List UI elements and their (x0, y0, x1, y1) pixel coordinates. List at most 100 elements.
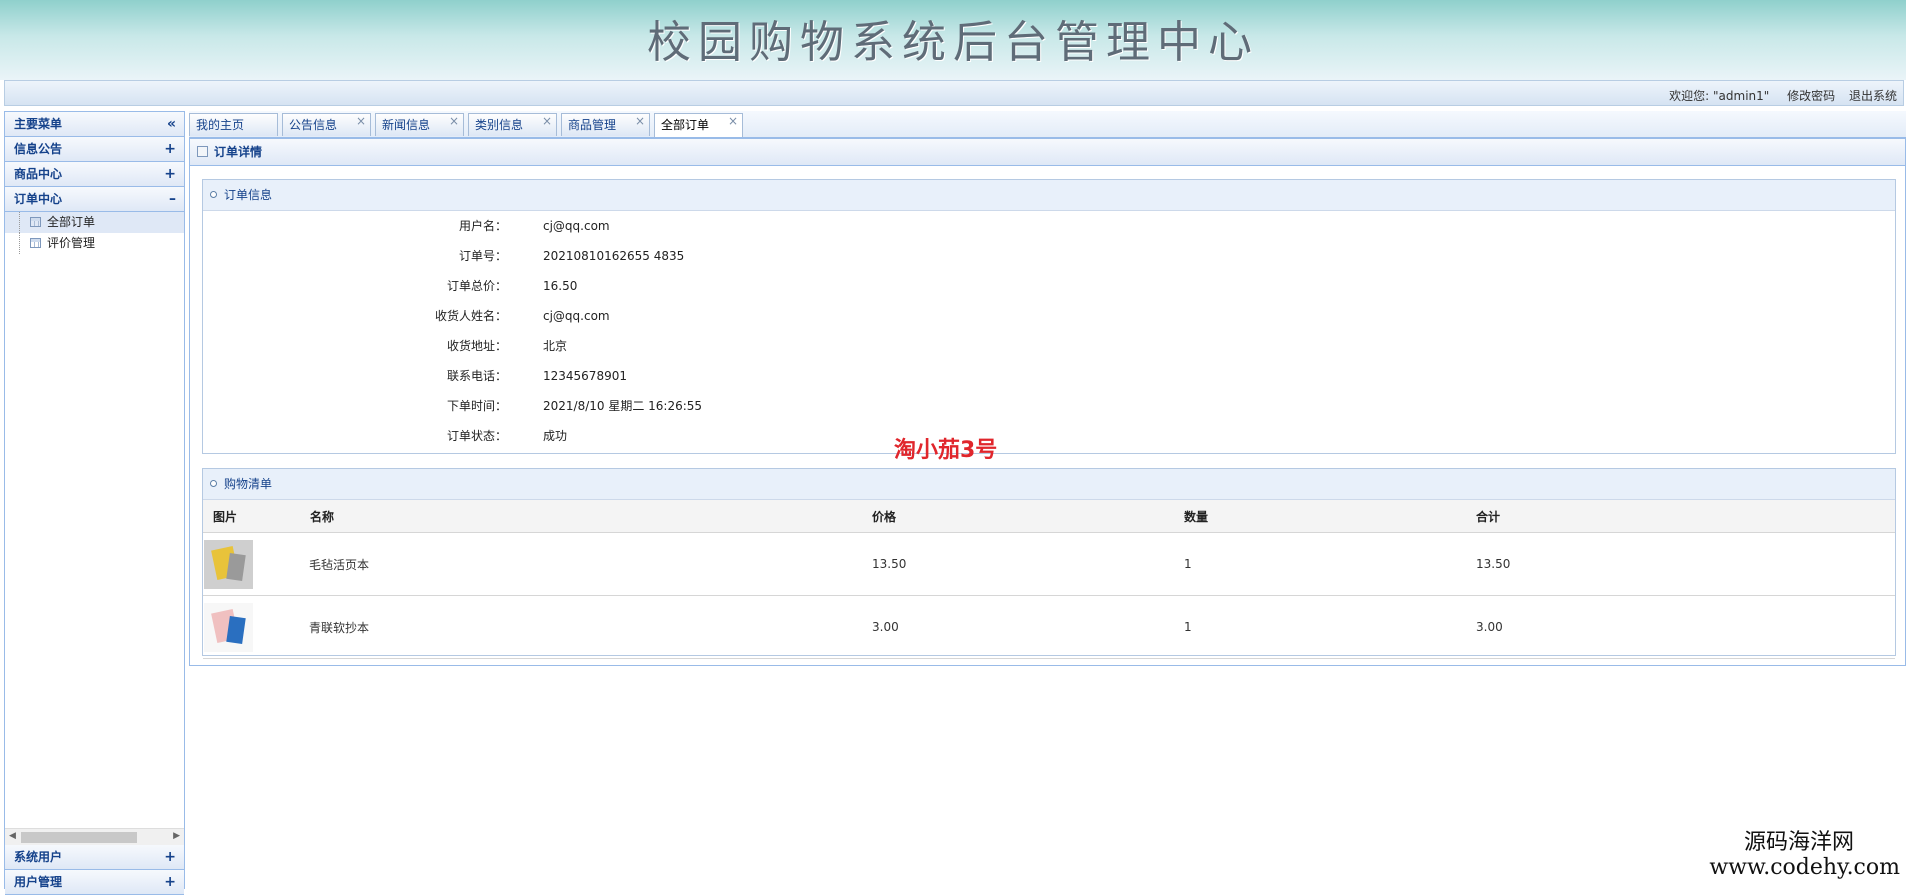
tab-bar: 我的主页 公告信息 × 新闻信息 × 类别信息 × 商品管理 × 全部订单 × (189, 111, 1906, 138)
sidebar: 主要菜单 « 信息公告 + 商品中心 + 订单中心 – 全部订单 评价管理 ◀ … (4, 111, 185, 895)
cart-table: 图片 名称 价格 数量 合计 毛毡活页本 13.50 1 13.50 青联软抄本 3.00… (203, 500, 1895, 659)
field-label: 订单号： (458, 249, 507, 263)
field-value: 北京 (543, 339, 568, 353)
app-title: 校园购物系统后台管理中心 (647, 17, 1259, 68)
column-header: 价格 (871, 500, 1183, 533)
scroll-left-arrow-icon[interactable]: ◀ (9, 831, 16, 841)
scroll-right-arrow-icon[interactable]: ▶ (173, 831, 180, 841)
section-title: 购物清单 (224, 477, 273, 491)
info-row: 订单号： 20210810162655 4835 (203, 241, 1895, 271)
close-icon[interactable]: × (449, 110, 459, 133)
sidebar-group-products[interactable]: 商品中心 + (5, 162, 184, 187)
sidebar-item-reviews[interactable]: 评价管理 (5, 233, 184, 254)
expand-icon[interactable]: + (164, 870, 176, 894)
app-header: 校园购物系统后台管理中心 (0, 0, 1906, 80)
column-header: 合计 (1475, 500, 1895, 533)
sidebar-group-notices[interactable]: 信息公告 + (5, 137, 184, 162)
product-price: 13.50 (871, 532, 1183, 596)
collapse-icon[interactable]: « (167, 112, 176, 136)
info-row: 收货人姓名： cj@qq.com (203, 301, 1895, 331)
info-row: 订单总价： 16.50 (203, 271, 1895, 301)
scrollbar-thumb[interactable] (21, 832, 137, 843)
sidebar-group-label: 订单中心 (14, 192, 63, 206)
section-title: 订单信息 (224, 188, 273, 202)
tab-notices[interactable]: 公告信息 × (282, 113, 371, 136)
table-row: 毛毡活页本 13.50 1 13.50 (203, 532, 1895, 596)
product-thumbnail (204, 539, 253, 589)
close-icon[interactable]: × (542, 110, 552, 133)
expand-icon[interactable]: + (164, 162, 176, 186)
brand-name: 源码海洋网 (1743, 830, 1854, 855)
field-label: 订单总价： (446, 279, 507, 293)
section-header: 购物清单 (203, 469, 1895, 500)
expand-icon[interactable]: + (164, 137, 176, 161)
sidebar-item-label: 全部订单 (47, 215, 96, 229)
order-detail-panel: 订单详情 订单信息 用户名： cj@qq.com 订单号： 2021081016265… (189, 138, 1906, 666)
close-icon[interactable]: × (728, 110, 738, 133)
column-header: 数量 (1183, 500, 1475, 533)
sidebar-item-label: 评价管理 (47, 236, 96, 250)
info-row: 下单时间： 2021/8/10 星期二 16:26:55 (203, 391, 1895, 421)
field-label: 订单状态： (446, 429, 507, 443)
sidebar-group-label: 商品中心 (14, 167, 63, 181)
brand-url: www.codehy.com (1709, 855, 1900, 880)
field-value: 20210810162655 4835 (543, 249, 685, 263)
collapse-minus-icon[interactable]: – (169, 187, 176, 211)
tab-label: 公告信息 (289, 118, 338, 132)
change-password-link[interactable]: 修改密码 (1787, 89, 1835, 103)
field-value: 2021/8/10 星期二 16:26:55 (543, 399, 703, 413)
cart-section: 购物清单 图片 名称 价格 数量 合计 毛毡活页本 13.50 1 13.50 青联软抄… (202, 468, 1896, 659)
tab-products[interactable]: 商品管理 × (561, 113, 650, 136)
site-brand: 源码海洋网 www.codehy.com (1709, 830, 1900, 880)
sidebar-group-orders[interactable]: 订单中心 – (5, 187, 184, 212)
product-total: 3.00 (1475, 595, 1895, 659)
tab-categories[interactable]: 类别信息 × (468, 113, 557, 136)
close-icon[interactable]: × (356, 110, 366, 133)
column-header: 图片 (203, 500, 309, 533)
field-label: 收货人姓名： (434, 309, 507, 323)
product-total: 13.50 (1475, 532, 1895, 596)
tab-all-orders[interactable]: 全部订单 × (654, 113, 743, 137)
tab-label: 全部订单 (661, 118, 710, 132)
panel-title: 订单详情 (214, 145, 263, 159)
sidebar-group-user-management[interactable]: 用户管理 + (5, 870, 184, 895)
tab-home[interactable]: 我的主页 (189, 113, 278, 136)
grid-icon (30, 217, 41, 227)
sidebar-group-system-users[interactable]: 系统用户 + (5, 845, 184, 870)
sidebar-main-menu-label: 主要菜单 (14, 117, 63, 131)
expand-icon[interactable]: + (164, 845, 176, 869)
panel-header: 订单详情 (190, 139, 1905, 166)
product-price: 3.00 (871, 595, 1183, 659)
top-toolbar: 欢迎您: "admin1" 修改密码 退出系统 (4, 80, 1904, 106)
order-info-section: 订单信息 用户名： cj@qq.com 订单号： 20210810162655 483… (202, 179, 1896, 454)
close-icon[interactable]: × (635, 110, 645, 133)
tree-connector (19, 233, 21, 254)
tab-news[interactable]: 新闻信息 × (375, 113, 464, 136)
sidebar-item-all-orders[interactable]: 全部订单 (5, 212, 184, 233)
sidebar-main-menu-header[interactable]: 主要菜单 « (5, 112, 184, 137)
product-name: 毛毡活页本 (309, 532, 871, 596)
field-label: 联系电话： (446, 369, 507, 383)
tab-label: 我的主页 (196, 118, 245, 132)
order-info-fields: 用户名： cj@qq.com 订单号： 20210810162655 4835 订单总价… (203, 211, 1895, 451)
product-thumbnail (204, 602, 253, 652)
tree-connector (19, 212, 21, 233)
info-row: 用户名： cj@qq.com (203, 211, 1895, 241)
product-image-cell (203, 595, 309, 659)
tab-label: 商品管理 (568, 118, 617, 132)
field-label: 下单时间： (446, 399, 507, 413)
bullet-icon (210, 480, 217, 487)
product-name: 青联软抄本 (309, 595, 871, 659)
panel-icon (197, 146, 208, 157)
logout-link[interactable]: 退出系统 (1849, 89, 1897, 103)
column-header: 名称 (309, 500, 871, 533)
info-row: 联系电话： 12345678901 (203, 361, 1895, 391)
info-row: 收货地址： 北京 (203, 331, 1895, 361)
welcome-text: 欢迎您: "admin1" (1669, 89, 1770, 103)
sidebar-group-label: 信息公告 (14, 142, 63, 156)
field-label: 收货地址： (446, 339, 507, 353)
field-value: cj@qq.com (543, 219, 610, 233)
sidebar-group-label: 用户管理 (14, 875, 63, 889)
product-image-cell (203, 532, 309, 596)
field-label: 用户名： (458, 219, 507, 233)
